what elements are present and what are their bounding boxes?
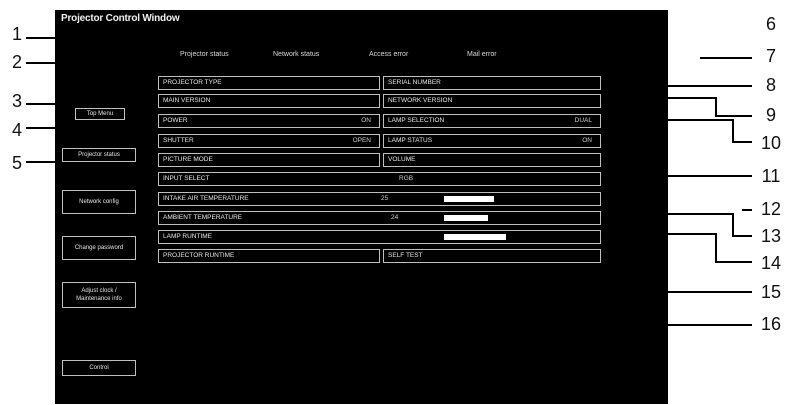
callout-9: 9 <box>765 105 776 125</box>
callout-2: 2 <box>11 52 22 72</box>
field-ambient-temperature: AMBIENT TEMPERATURE 24 <box>158 211 601 225</box>
field-self-test: SELF TEST <box>383 249 601 263</box>
sidebar-network-config[interactable]: Network config <box>62 190 136 214</box>
ambient-temperature-value: 24 <box>391 214 399 221</box>
tab-mail-error[interactable]: Mail error <box>467 51 497 58</box>
field-picture-mode: PICTURE MODE <box>158 153 380 167</box>
callout-3: 3 <box>11 91 22 111</box>
callout-13: 13 <box>760 226 782 246</box>
callout-10: 10 <box>760 133 782 153</box>
sidebar-change-password[interactable]: Change password <box>62 236 136 260</box>
shutter-value: OPEN <box>352 137 371 144</box>
field-lamp-status: LAMP STATUS ON <box>383 134 601 148</box>
field-projector-type: PROJECTOR TYPE <box>158 76 380 90</box>
callout-8: 8 <box>765 75 776 95</box>
callout-6: 6 <box>765 14 776 34</box>
input-select-value: RGB <box>399 175 414 182</box>
field-intake-air-temperature: INTAKE AIR TEMPERATURE 25 <box>158 192 601 206</box>
lamp-runtime-bar <box>444 234 506 240</box>
field-volume: VOLUME <box>383 153 601 167</box>
callout-7: 7 <box>765 46 776 66</box>
intake-temperature-value: 25 <box>381 195 389 202</box>
sidebar-top-menu[interactable]: Top Menu <box>75 108 125 120</box>
field-network-version: NETWORK VERSION <box>383 94 601 108</box>
lamp-selection-value: DUAL <box>574 117 592 124</box>
sidebar-projector-status[interactable]: Projector status <box>62 148 136 162</box>
field-lamp-selection: LAMP SELECTION DUAL <box>383 114 601 128</box>
callout-11: 11 <box>761 166 781 186</box>
tab-access-error[interactable]: Access error <box>369 51 408 58</box>
lamp-status-value: ON <box>582 137 592 144</box>
field-input-select: INPUT SELECT RGB <box>158 172 601 186</box>
field-projector-runtime: PROJECTOR RUNTIME <box>158 249 380 263</box>
field-shutter: SHUTTER OPEN <box>158 134 380 148</box>
tab-projector-status[interactable]: Projector status <box>180 51 229 58</box>
sidebar-adjust-clock[interactable]: Adjust clock / Maintenance info <box>62 282 136 308</box>
field-main-version: MAIN VERSION <box>158 94 380 108</box>
callout-12: 12 <box>760 199 782 219</box>
projector-control-window: Projector Control Window Projector statu… <box>55 10 668 404</box>
ambient-temperature-bar <box>444 215 488 221</box>
callout-4: 4 <box>11 120 22 140</box>
field-power: POWER ON <box>158 114 380 128</box>
callout-15: 15 <box>760 282 782 302</box>
intake-temperature-bar <box>444 196 494 202</box>
field-serial-number: SERIAL NUMBER <box>383 76 601 90</box>
callout-1: 1 <box>11 24 22 44</box>
window-title: Projector Control Window <box>61 13 180 24</box>
callout-14: 14 <box>760 253 782 273</box>
callout-5: 5 <box>11 153 22 173</box>
tab-network-status[interactable]: Network status <box>273 51 319 58</box>
sidebar-control[interactable]: Control <box>62 360 136 376</box>
field-lamp-runtime: LAMP RUNTIME <box>158 230 601 244</box>
callout-16: 16 <box>760 314 782 334</box>
power-value: ON <box>361 117 371 124</box>
